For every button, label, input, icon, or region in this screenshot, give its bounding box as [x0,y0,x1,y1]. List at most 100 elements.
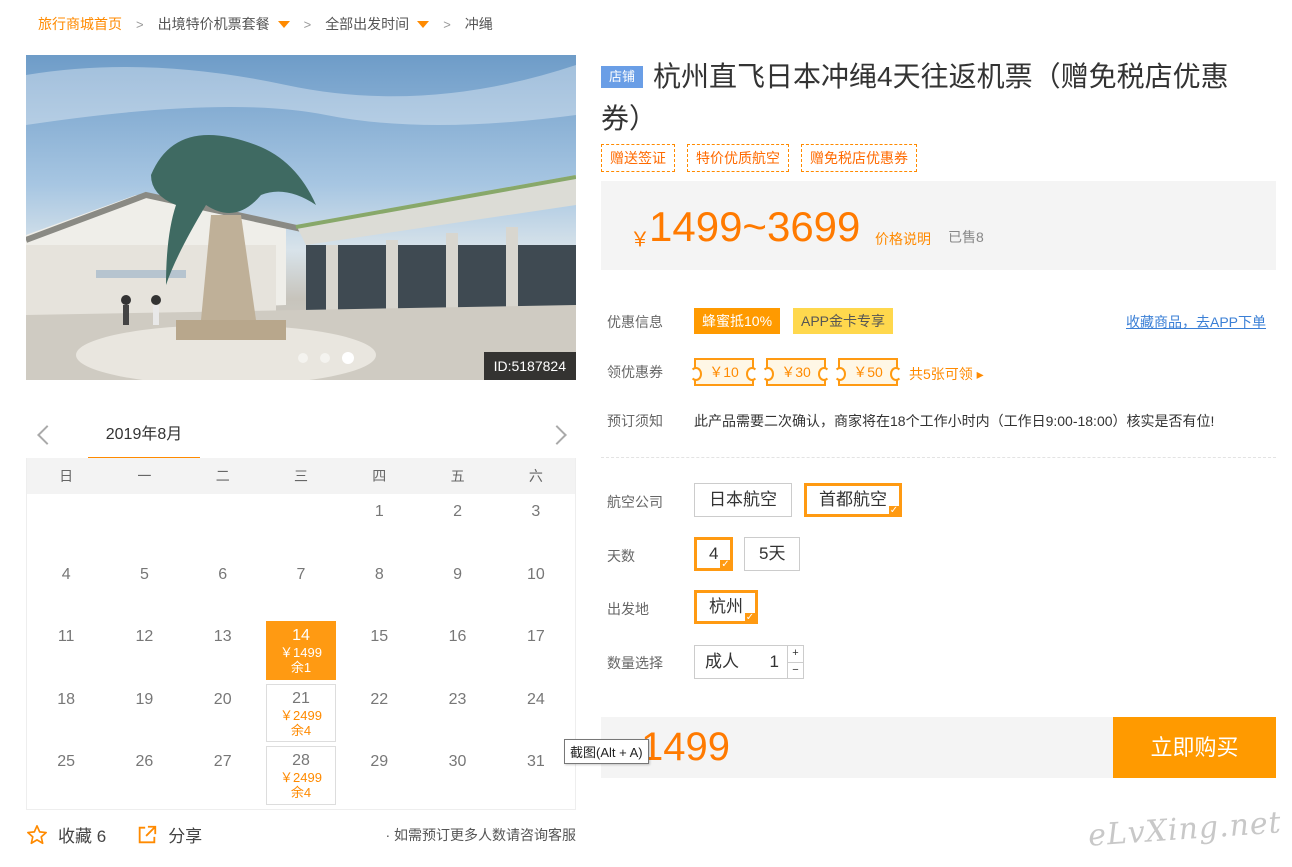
notice-label: 预订须知 [607,413,663,429]
share-label: 分享 [168,827,203,846]
quantity-plus-button[interactable]: + [788,646,803,662]
quantity-input[interactable]: 1 [757,646,779,678]
calendar-day: 22 [340,682,418,745]
calendar-day: 15 [340,619,418,682]
departure-label: 出发地 [607,601,649,617]
chevron-left-icon[interactable] [34,424,50,444]
airline-option-jal[interactable]: 日本航空 [694,483,792,517]
weekday-label: 日 [59,468,74,484]
calendar-nav: 2019年8月 [26,418,576,460]
day-number: 30 [448,753,467,771]
price-range: 1499~3699 [649,203,861,250]
day-number: 24 [526,690,545,708]
buy-now-button[interactable]: 立即购买 [1113,717,1276,778]
day-seats-left: 余1 [290,660,312,676]
day-number: 4 [61,565,71,583]
breadcrumb-separator: > [136,16,144,32]
calendar-day: 1 [340,494,418,557]
booking-note: · 如需预订更多人数请咨询客服 [385,826,576,843]
product-photo[interactable]: ID:5187824 [26,55,576,380]
breadcrumb-dropdown-tickets[interactable]: 出境特价机票套餐 [158,14,290,34]
calendar-day: 29 [340,744,418,807]
breadcrumb-separator: > [443,16,451,32]
calendar-day: 11 [27,619,105,682]
coupon-50[interactable]: ￥50 [834,358,902,386]
calendar-day[interactable]: 21 ￥2499 余4 [265,683,337,743]
price-explain-link[interactable]: 价格说明 [875,229,931,249]
product-tag: 赠送签证 [601,144,675,172]
day-number: 25 [57,753,76,771]
breadcrumb-dropdown-dates[interactable]: 全部出发时间 [325,14,430,34]
calendar-day: 4 [27,557,105,620]
carousel-dots [298,352,354,364]
divider [601,457,1276,458]
day-number: 19 [135,690,154,708]
carousel-dot[interactable] [298,353,308,363]
favorite-app-link[interactable]: 收藏商品，去APP下单 [1126,312,1266,332]
airline-option-capital[interactable]: 首都航空 [804,483,902,517]
days-option-4[interactable]: 4 [694,537,734,571]
quantity-stepper: 成人 1 + − [694,645,804,679]
calendar-month-tab[interactable]: 2019年8月 [88,418,200,460]
carousel-dot-active[interactable] [342,352,354,364]
quantity-label: 数量选择 [607,655,663,671]
weekday-label: 五 [450,468,465,484]
calendar-day: 8 [340,557,418,620]
calendar-day[interactable]: 14 ￥1499 余1 [265,621,337,680]
watermark-logo: eLvXing.net [1087,805,1283,854]
carousel-dot[interactable] [320,353,330,363]
calendar-day: 23 [418,682,496,745]
shop-badge[interactable]: 店铺 [601,66,644,88]
days-label: 天数 [607,548,635,564]
weekday-label: 四 [372,468,387,484]
day-number: 9 [453,565,463,583]
chevron-right-icon[interactable] [552,424,568,444]
day-number: 21 [292,689,310,707]
calendar-day: 9 [418,557,496,620]
more-coupons-link[interactable]: 共5张可领 ▸ [909,364,984,384]
favorite-button[interactable]: 收藏 6 [26,822,106,847]
calendar-day[interactable]: 28 ￥2499 余4 [265,746,337,805]
day-number: 11 [57,628,75,646]
day-number: 3 [531,503,541,520]
calendar-day: 17 [497,619,575,682]
calendar-day: 24 [497,682,575,745]
day-number: 29 [370,753,389,771]
coupon-10[interactable]: ￥10 [690,358,758,386]
days-option-5[interactable]: 5天 [744,537,801,571]
quantity-minus-button[interactable]: − [788,661,803,679]
day-number: 14 [292,627,310,645]
breadcrumb: 旅行商城首页 > 出境特价机票套餐 > 全部出发时间 > 冲绳 [38,14,493,34]
calendar-day: 20 [184,682,262,745]
calendar-empty-cell [262,494,340,557]
calendar-day: 2 [418,494,496,557]
day-number: 27 [213,753,232,771]
photo-id-badge: ID:5187824 [483,352,576,380]
calendar-day: 7 [262,557,340,620]
aquarium-illustration [26,65,576,380]
app-gold-badge: APP金卡专享 [793,308,894,334]
calendar-day: 12 [105,619,183,682]
share-button[interactable]: 分享 [136,822,202,847]
day-number: 28 [292,752,310,770]
day-number: 5 [139,565,149,583]
day-number: 12 [135,628,154,646]
bottom-actions: 收藏 6 分享 · 如需预订更多人数请咨询客服 [26,822,576,847]
coupon-30[interactable]: ￥30 [762,358,830,386]
product-tags: 赠送签证 特价优质航空 赠免税店优惠券 [601,144,917,172]
day-number: 2 [453,503,463,520]
day-number: 6 [218,565,228,583]
purchase-bar: 1499 立即购买 [601,717,1276,778]
calendar-day: 10 [497,557,575,620]
day-number: 16 [448,628,467,646]
weekday-label: 一 [137,468,152,484]
calendar-day: 27 [184,744,262,807]
product-title: 杭州直飞日本冲绳4天往返机票（赠免税店优惠券） [601,61,1229,134]
calendar-empty-cell [184,494,262,557]
departure-option-hangzhou[interactable]: 杭州 [694,590,758,624]
price-box: ￥ 1499~3699 价格说明 已售8 [601,181,1276,270]
breadcrumb-home-link[interactable]: 旅行商城首页 [38,14,122,34]
calendar-weekday-header: 日一二三四五六 [27,458,575,494]
favorite-label: 收藏 6 [58,827,107,846]
departure-calendar: 日一二三四五六 1 2 3 4 5 6 7 8 9 10 11 12 13 14 ￥1499 余1 15 16 17… [26,458,576,810]
